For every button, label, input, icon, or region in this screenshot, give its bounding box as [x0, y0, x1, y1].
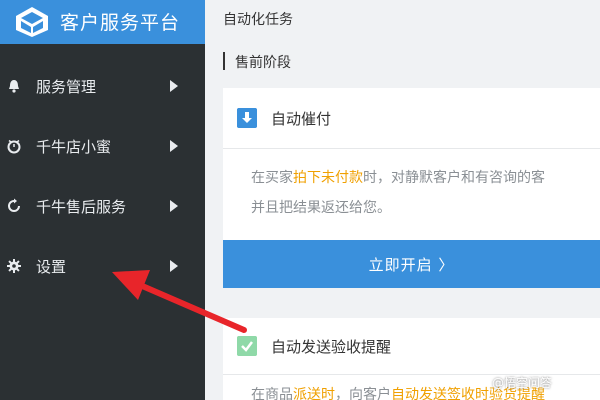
highlight-text: 拍下未付款 [293, 170, 363, 186]
page-title: 自动化任务 [223, 12, 293, 28]
description-text: ，向客户 [335, 387, 391, 400]
auto-payment-reminder-card: 自动催付 在买家拍下未付款时，对静默客户和有咨询的客 并且把结果返还给您。 立即… [223, 88, 600, 288]
watermark: @悟空问答 [492, 376, 553, 390]
description-text: 在买家 [251, 170, 293, 186]
sidebar-item-service-management[interactable]: 服务管理 [0, 60, 205, 112]
brand-header: 客户服务平台 [0, 0, 205, 44]
description-line: 在买家拍下未付款时，对静默客户和有咨询的客 [251, 163, 600, 193]
refresh-icon [8, 198, 20, 212]
sidebar-item-label: 设置 [36, 258, 67, 276]
sidebar-item-after-sales[interactable]: 千牛售后服务 [0, 180, 205, 232]
section-title: 售前阶段 [235, 55, 291, 71]
caret-right-icon [170, 140, 178, 152]
sidebar: 客户服务平台 服务管理 千牛店小蜜 千牛售后服务 设置 [0, 0, 205, 400]
app-window: 客户服务平台 服务管理 千牛店小蜜 千牛售后服务 设置 自动化任务 售前阶段 自… [0, 0, 600, 400]
caret-right-icon [170, 260, 178, 272]
download-icon [237, 108, 257, 128]
gear-icon [7, 259, 21, 273]
card-header: 自动催付 [223, 88, 600, 149]
enable-now-button[interactable]: 立即开启 〉 [223, 240, 600, 288]
caret-right-icon [170, 200, 178, 212]
sidebar-item-qianniu-assistant[interactable]: 千牛店小蜜 [0, 120, 205, 172]
clock-icon [7, 139, 21, 154]
card-title: 自动发送验收提醒 [271, 338, 392, 356]
description-text: 时，对静默客户和有咨询的客 [363, 170, 545, 186]
description-text: 在商品 [251, 387, 293, 400]
bell-icon [9, 80, 19, 93]
main-content: 自动化任务 售前阶段 自动催付 在买家拍下未付款时，对静默客户和有咨询的客 并且… [205, 0, 600, 400]
brand-title: 客户服务平台 [60, 12, 181, 34]
highlight-text: 派送时 [293, 387, 335, 400]
sidebar-item-label: 服务管理 [36, 78, 97, 96]
card-description: 在买家拍下未付款时，对静默客户和有咨询的客 并且把结果返还给您。 [251, 163, 600, 223]
section-marker [223, 52, 225, 70]
sidebar-item-label: 千牛售后服务 [36, 198, 127, 216]
description-line: 并且把结果返还给您。 [251, 200, 391, 216]
sidebar-item-label: 千牛店小蜜 [36, 138, 112, 156]
card-header: 自动发送验收提醒 [223, 318, 600, 375]
card-title: 自动催付 [271, 110, 332, 128]
logo-icon [16, 7, 48, 37]
caret-right-icon [170, 80, 178, 92]
check-icon [237, 336, 257, 356]
sidebar-item-settings[interactable]: 设置 [0, 240, 205, 292]
